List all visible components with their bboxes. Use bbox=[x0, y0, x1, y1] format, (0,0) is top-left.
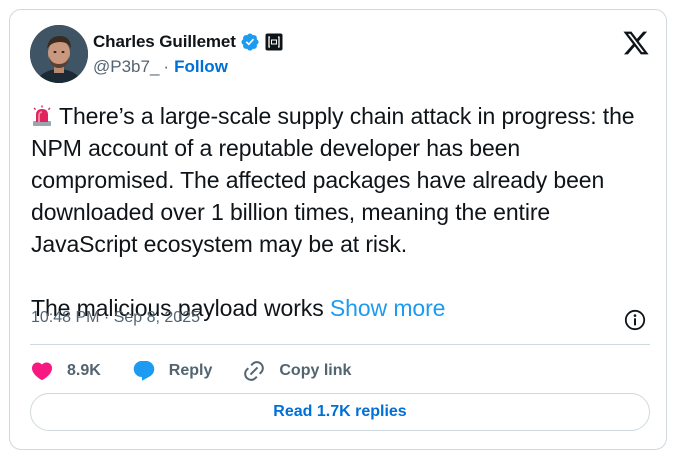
tweet-timestamp[interactable]: 10:48 PM · Sep 8, 2025 bbox=[31, 309, 200, 327]
tweet-paragraph-1: There’s a large-scale supply chain attac… bbox=[31, 100, 656, 260]
rotating-light-icon bbox=[33, 105, 51, 126]
follow-button[interactable]: Follow bbox=[174, 57, 228, 77]
like-count: 8.9K bbox=[67, 362, 101, 379]
reply-button[interactable]: Reply bbox=[132, 359, 213, 383]
tweet-card: Charles Guillemet @P3b7_ · Follow There’… bbox=[9, 9, 667, 450]
avatar[interactable] bbox=[30, 25, 88, 83]
show-more-link[interactable]: Show more bbox=[330, 295, 446, 321]
copy-link-label: Copy link bbox=[279, 362, 352, 379]
link-icon bbox=[244, 361, 265, 381]
affiliate-badge-icon bbox=[265, 33, 283, 51]
reply-bubble-icon bbox=[133, 361, 155, 381]
author-handle-row: @P3b7_ · Follow bbox=[93, 57, 228, 77]
verified-badge-icon bbox=[241, 33, 259, 51]
avatar-image bbox=[30, 25, 88, 83]
divider bbox=[30, 344, 650, 345]
action-bar: 8.9K Reply Copy link bbox=[30, 356, 351, 386]
author-name-row: Charles Guillemet bbox=[93, 31, 283, 53]
x-logo-icon[interactable] bbox=[622, 29, 650, 57]
tweet-paragraph-1-text: There’s a large-scale supply chain attac… bbox=[31, 103, 635, 257]
like-button[interactable]: 8.9K bbox=[30, 359, 101, 383]
reply-label: Reply bbox=[168, 362, 213, 379]
separator-dot: · bbox=[163, 57, 170, 76]
author-handle[interactable]: @P3b7_ bbox=[93, 57, 159, 77]
heart-icon bbox=[31, 362, 53, 381]
copy-link-button[interactable]: Copy link bbox=[242, 359, 351, 383]
author-name[interactable]: Charles Guillemet bbox=[93, 32, 236, 52]
tweet-body: There’s a large-scale supply chain attac… bbox=[31, 100, 656, 324]
info-icon[interactable] bbox=[623, 308, 647, 332]
read-replies-button[interactable]: Read 1.7K replies bbox=[30, 393, 650, 431]
